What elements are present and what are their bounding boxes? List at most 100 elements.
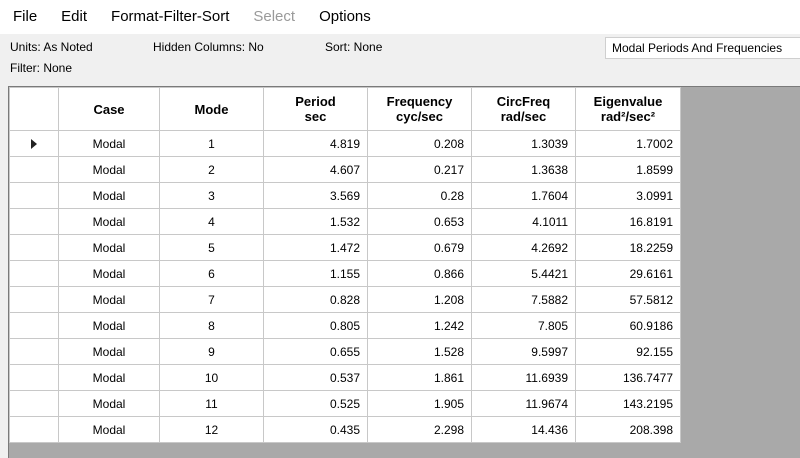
table-row[interactable]: Modal 7 0.828 1.208 7.5882 57.5812 — [9, 286, 681, 313]
row-selector[interactable] — [9, 156, 59, 183]
table-cell[interactable]: 1.905 — [367, 390, 472, 417]
table-cell[interactable]: 9 — [159, 338, 264, 365]
row-selector[interactable] — [9, 130, 59, 157]
table-row[interactable]: Modal 3 3.569 0.28 1.7604 3.0991 — [9, 182, 681, 209]
table-row[interactable]: Modal 12 0.435 2.298 14.436 208.398 — [9, 416, 681, 443]
table-cell[interactable]: 0.679 — [367, 234, 472, 261]
table-cell[interactable]: 0.655 — [263, 338, 368, 365]
table-cell[interactable]: 5.4421 — [471, 260, 576, 287]
table-cell[interactable]: Modal — [58, 260, 160, 287]
table-cell[interactable]: 1.8599 — [575, 156, 681, 183]
table-cell[interactable]: 4.1011 — [471, 208, 576, 235]
table-cell[interactable]: 29.6161 — [575, 260, 681, 287]
table-cell[interactable]: Modal — [58, 312, 160, 339]
table-cell[interactable]: 143.2195 — [575, 390, 681, 417]
table-cell[interactable]: Modal — [58, 364, 160, 391]
table-cell[interactable]: 7.805 — [471, 312, 576, 339]
table-cell[interactable]: Modal — [58, 208, 160, 235]
table-cell[interactable]: 7.5882 — [471, 286, 576, 313]
table-cell[interactable]: Modal — [58, 286, 160, 313]
table-cell[interactable]: 0.217 — [367, 156, 472, 183]
table-cell[interactable]: 12 — [159, 416, 264, 443]
table-cell[interactable]: 1.532 — [263, 208, 368, 235]
row-selector[interactable] — [9, 338, 59, 365]
table-cell[interactable]: Modal — [58, 338, 160, 365]
table-cell[interactable]: Modal — [58, 390, 160, 417]
table-row[interactable]: Modal 10 0.537 1.861 11.6939 136.7477 — [9, 364, 681, 391]
table-cell[interactable]: 9.5997 — [471, 338, 576, 365]
table-row[interactable]: Modal 6 1.155 0.866 5.4421 29.6161 — [9, 260, 681, 287]
table-row[interactable]: Modal 11 0.525 1.905 11.9674 143.2195 — [9, 390, 681, 417]
table-cell[interactable]: 92.155 — [575, 338, 681, 365]
table-row[interactable]: Modal 4 1.532 0.653 4.1011 16.8191 — [9, 208, 681, 235]
table-cell[interactable]: 208.398 — [575, 416, 681, 443]
menu-format-filter-sort[interactable]: Format-Filter-Sort — [99, 0, 241, 34]
table-row[interactable]: Modal 8 0.805 1.242 7.805 60.9186 — [9, 312, 681, 339]
table-cell[interactable]: 4 — [159, 208, 264, 235]
row-selector[interactable] — [9, 182, 59, 209]
table-cell[interactable]: 1.242 — [367, 312, 472, 339]
table-cell[interactable]: 1.208 — [367, 286, 472, 313]
table-cell[interactable]: 14.436 — [471, 416, 576, 443]
row-selector[interactable] — [9, 260, 59, 287]
menu-options[interactable]: Options — [307, 0, 383, 34]
table-cell[interactable]: 5 — [159, 234, 264, 261]
menu-edit[interactable]: Edit — [49, 0, 99, 34]
table-cell[interactable]: 0.828 — [263, 286, 368, 313]
table-cell[interactable]: 4.607 — [263, 156, 368, 183]
table-cell[interactable]: 11.9674 — [471, 390, 576, 417]
table-cell[interactable]: 11 — [159, 390, 264, 417]
column-header[interactable]: CircFreq rad/sec — [471, 87, 576, 131]
row-selector-header[interactable] — [9, 87, 59, 131]
table-cell[interactable]: Modal — [58, 156, 160, 183]
row-selector[interactable] — [9, 390, 59, 417]
table-cell[interactable]: 8 — [159, 312, 264, 339]
row-selector[interactable] — [9, 364, 59, 391]
table-cell[interactable]: 1.3039 — [471, 130, 576, 157]
table-cell[interactable]: 11.6939 — [471, 364, 576, 391]
row-selector[interactable] — [9, 208, 59, 235]
table-cell[interactable]: 2 — [159, 156, 264, 183]
row-selector[interactable] — [9, 286, 59, 313]
table-cell[interactable]: 3.569 — [263, 182, 368, 209]
table-cell[interactable]: 2.298 — [367, 416, 472, 443]
table-cell[interactable]: 0.653 — [367, 208, 472, 235]
table-cell[interactable]: Modal — [58, 182, 160, 209]
table-row[interactable]: Modal 9 0.655 1.528 9.5997 92.155 — [9, 338, 681, 365]
table-cell[interactable]: 3.0991 — [575, 182, 681, 209]
table-cell[interactable]: 6 — [159, 260, 264, 287]
table-cell[interactable]: Modal — [58, 416, 160, 443]
table-cell[interactable]: 136.7477 — [575, 364, 681, 391]
table-cell[interactable]: 1.7002 — [575, 130, 681, 157]
table-cell[interactable]: 1.3638 — [471, 156, 576, 183]
table-cell[interactable]: 1.7604 — [471, 182, 576, 209]
table-cell[interactable]: 0.525 — [263, 390, 368, 417]
menu-file[interactable]: File — [0, 0, 49, 34]
table-cell[interactable]: 1.861 — [367, 364, 472, 391]
table-cell[interactable]: 60.9186 — [575, 312, 681, 339]
table-cell[interactable]: 0.435 — [263, 416, 368, 443]
column-header[interactable]: Period sec — [263, 87, 368, 131]
column-header[interactable]: Eigenvalue rad²/sec² — [575, 87, 681, 131]
table-cell[interactable]: Modal — [58, 234, 160, 261]
table-cell[interactable]: 1.472 — [263, 234, 368, 261]
table-cell[interactable]: 0.208 — [367, 130, 472, 157]
table-cell[interactable]: 18.2259 — [575, 234, 681, 261]
table-row[interactable]: Modal 5 1.472 0.679 4.2692 18.2259 — [9, 234, 681, 261]
table-cell[interactable]: Modal — [58, 130, 160, 157]
table-cell[interactable]: 0.866 — [367, 260, 472, 287]
table-cell[interactable]: 1 — [159, 130, 264, 157]
column-header[interactable]: Case — [58, 87, 160, 131]
column-header[interactable]: Mode — [159, 87, 264, 131]
row-selector[interactable] — [9, 312, 59, 339]
row-selector[interactable] — [9, 234, 59, 261]
table-cell[interactable]: 1.155 — [263, 260, 368, 287]
table-row[interactable]: Modal 1 4.819 0.208 1.3039 1.7002 — [9, 130, 681, 157]
table-cell[interactable]: 10 — [159, 364, 264, 391]
table-cell[interactable]: 0.28 — [367, 182, 472, 209]
table-cell[interactable]: 4.2692 — [471, 234, 576, 261]
table-cell[interactable]: 3 — [159, 182, 264, 209]
table-name-select[interactable]: Modal Periods And Frequencies — [605, 37, 800, 59]
table-cell[interactable]: 4.819 — [263, 130, 368, 157]
row-selector[interactable] — [9, 416, 59, 443]
